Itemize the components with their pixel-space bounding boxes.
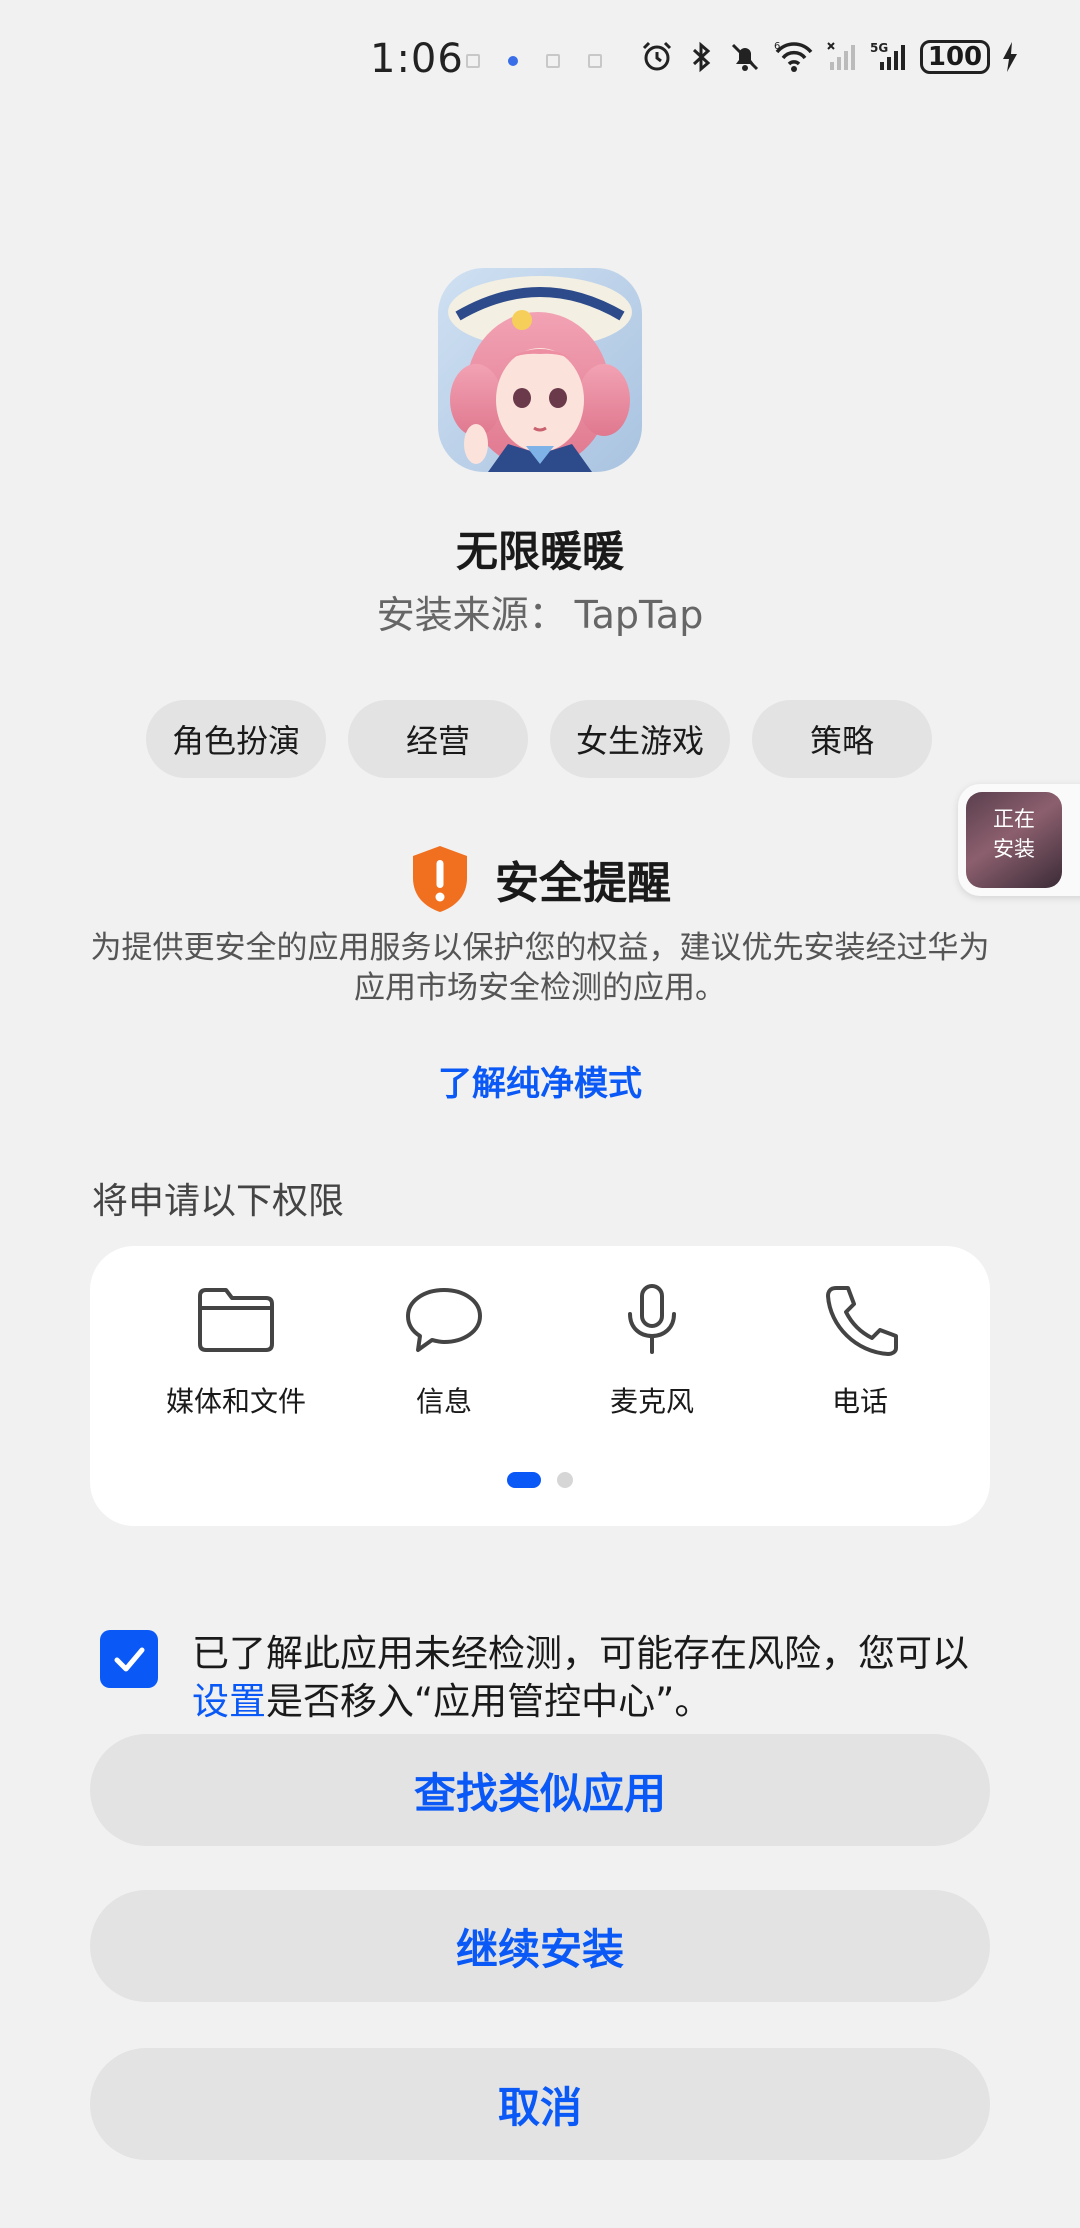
permissions-card[interactable]: 媒体和文件 信息 麦克风 电话 [90, 1246, 990, 1526]
permission-label: 电话 [831, 1385, 888, 1418]
notification-icon [588, 54, 602, 68]
charging-icon [1003, 42, 1017, 72]
notification-icon [508, 56, 518, 66]
pure-mode-link[interactable]: 了解纯净模式 [0, 1056, 1080, 1105]
permission-label: 麦克风 [609, 1385, 694, 1418]
app-name: 无限暖暖 [455, 527, 624, 576]
settings-link[interactable]: 设置 [192, 1680, 266, 1723]
cancel-button[interactable]: 取消 [90, 2048, 990, 2160]
permissions-title: 将申请以下权限 [92, 1181, 345, 1222]
permissions-list: 媒体和文件 信息 麦克风 电话 [132, 1282, 964, 1420]
system-icons: 6 5G 100 [640, 40, 1020, 74]
pager-dot[interactable] [557, 1472, 573, 1488]
wifi-icon: 6 [774, 41, 813, 72]
notification-icon [546, 54, 560, 68]
notification-icons [466, 54, 602, 68]
folder-icon [198, 1288, 274, 1352]
consent-text-before: 已了解此应用未经检测，可能存在风险，您可以 [192, 1632, 969, 1675]
notification-icon [466, 54, 480, 68]
alarm-icon [642, 41, 672, 71]
permission-label: 媒体和文件 [165, 1385, 306, 1418]
app-tag[interactable]: 经营 [348, 700, 528, 778]
app-tag[interactable]: 角色扮演 [146, 700, 326, 778]
battery-indicator: 100 [920, 40, 990, 74]
status-bar: 1:06 6 5G 100 [0, 0, 1080, 130]
consent-checkbox[interactable] [100, 1630, 158, 1688]
permission-label: 信息 [415, 1385, 472, 1418]
app-tag[interactable]: 女生游戏 [550, 700, 730, 778]
continue-install-button[interactable]: 继续安装 [90, 1890, 990, 2002]
microphone-icon [628, 1284, 676, 1354]
app-tag[interactable]: 策略 [752, 700, 932, 778]
signal-label: 6 [774, 41, 780, 52]
signal-5g-icon: 5G [870, 41, 905, 70]
installing-label-line1: 正在 [993, 807, 1035, 831]
status-time: 1:06 [370, 36, 464, 82]
warning-shield-icon [413, 846, 467, 912]
install-source-label: 安装来源： [376, 593, 567, 637]
security-header: 安全提醒 [0, 844, 1080, 914]
consent-text-after: 是否移入“应用管控中心”。 [266, 1680, 712, 1723]
app-icon-illustration [438, 268, 642, 472]
network-type-label: 5G [870, 41, 888, 55]
security-title: 安全提醒 [495, 858, 671, 909]
bluetooth-icon [692, 41, 711, 73]
install-source-name: TapTap [574, 593, 704, 637]
permission-item[interactable]: 信息 [340, 1282, 548, 1420]
app-icon [438, 268, 642, 472]
security-description: 为提供更安全的应用服务以保护您的权益，建议优先安装经过华为应用市场安全检测的应用… [90, 930, 990, 1006]
signal-bars-icon [827, 42, 855, 70]
phone-icon [826, 1286, 898, 1356]
permission-item[interactable]: 媒体和文件 [132, 1282, 340, 1420]
message-icon [406, 1288, 482, 1352]
mute-bell-icon [731, 43, 759, 71]
pager-dot-active[interactable] [507, 1472, 541, 1488]
consent-text: 已了解此应用未经检测，可能存在风险，您可以设置是否移入“应用管控中心”。 [192, 1630, 992, 1726]
permissions-pager [90, 1472, 990, 1488]
find-similar-apps-button[interactable]: 查找类似应用 [90, 1734, 990, 1846]
app-tags: 角色扮演 经营 女生游戏 策略 [146, 700, 934, 778]
install-source: 安装来源： TapTap [0, 584, 1080, 639]
permission-item[interactable]: 麦克风 [548, 1282, 756, 1420]
permission-item[interactable]: 电话 [756, 1282, 964, 1420]
checkmark-icon [114, 1647, 145, 1672]
